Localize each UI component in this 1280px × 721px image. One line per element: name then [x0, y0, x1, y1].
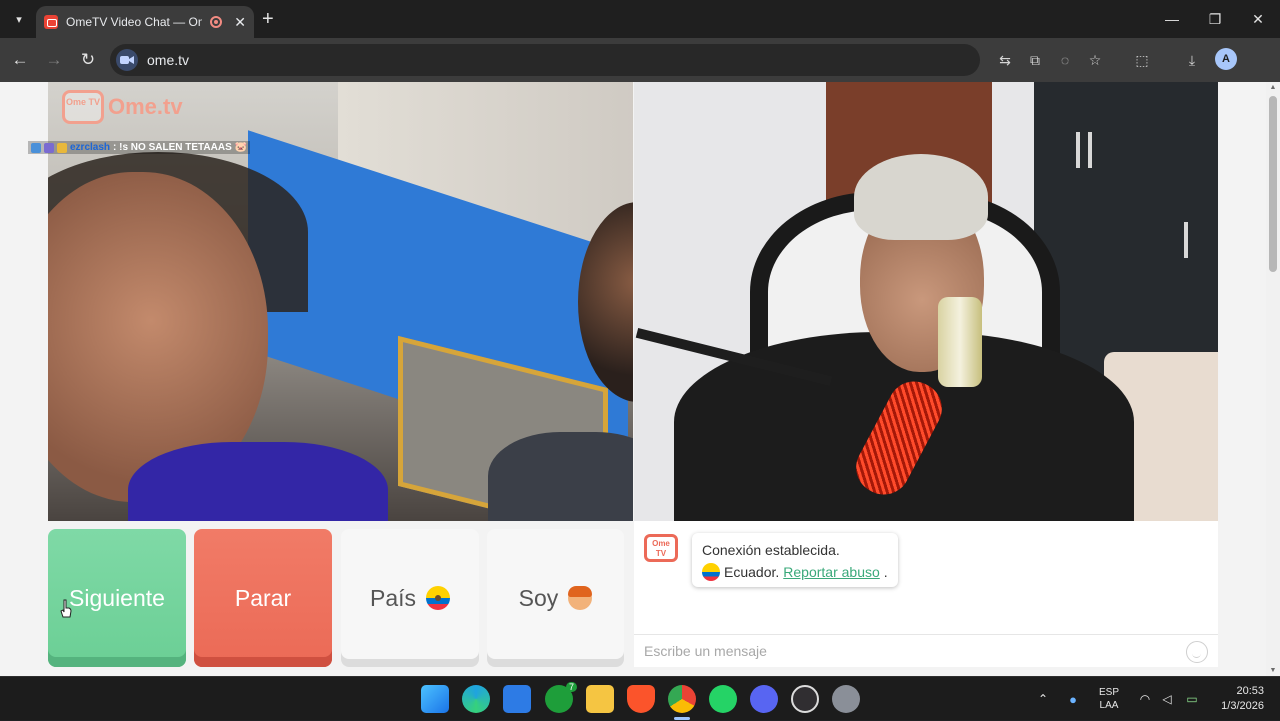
file-explorer-icon[interactable] [586, 685, 614, 713]
extensions-puzzle-icon[interactable]: ⬚ [1132, 50, 1152, 70]
page-scrollbar[interactable]: ▲ ▼ [1266, 82, 1280, 676]
show-hidden-icons-chevron-icon[interactable]: ⌃ [1034, 677, 1052, 721]
language-bottom: LAA [1099, 700, 1119, 711]
forward-arrow-icon[interactable]: → [42, 48, 66, 72]
whatsapp-icon[interactable] [709, 685, 737, 713]
windows-start-icon[interactable] [421, 685, 449, 713]
translate-icon[interactable]: ⇆ [995, 50, 1015, 70]
ometv-favicon-icon [44, 15, 58, 29]
ecuador-flag-icon [702, 563, 720, 581]
badge-icon [44, 142, 54, 153]
microsoft-store-icon[interactable] [503, 685, 531, 713]
new-tab-button[interactable]: + [262, 8, 274, 30]
clock-time: 20:53 [1236, 685, 1264, 697]
tab-ometv[interactable]: OmeTV Video Chat — Ome ✕ [36, 6, 254, 38]
eye-off-icon[interactable]: ◌ [1055, 50, 1075, 70]
chrome-icon[interactable] [668, 685, 696, 713]
overlay-message: : !s NO SALEN TETAAAS 🐷 [113, 142, 247, 153]
taskbar: 7 ⌃ ● ESP LAA ◠ ◁ ▭ 20:53 1/3/2026 [0, 676, 1280, 720]
wifi-icon[interactable]: ◠ [1136, 677, 1154, 721]
ometv-logo-icon: Ome TV [62, 90, 104, 124]
scroll-down-arrow-icon[interactable]: ▼ [1269, 667, 1277, 674]
clock[interactable]: 20:53 1/3/2026 [1212, 677, 1264, 721]
clock-date: 1/3/2026 [1221, 700, 1264, 712]
maximize-button[interactable]: ❐ [1195, 6, 1235, 32]
next-button-label: Siguiente [69, 584, 165, 611]
gender-button[interactable]: Soy [487, 529, 624, 667]
scroll-up-arrow-icon[interactable]: ▲ [1269, 84, 1277, 91]
language-top: ESP [1098, 687, 1119, 698]
tab-title: OmeTV Video Chat — Ome [66, 15, 202, 29]
address-bar[interactable]: ome.tv [110, 44, 980, 76]
stop-button[interactable]: Parar [194, 529, 332, 667]
report-suffix: . [883, 564, 888, 580]
minimize-button[interactable]: — [1152, 6, 1192, 32]
emoji-smile-icon[interactable] [1186, 641, 1208, 663]
bookmark-star-icon[interactable]: ☆ [1085, 50, 1105, 70]
next-button[interactable]: Siguiente [48, 529, 186, 667]
language-indicator[interactable]: ESP LAA [1094, 677, 1124, 721]
partner-country: Ecuador. [724, 564, 780, 580]
download-icon[interactable]: ⤓ [1182, 50, 1202, 70]
tab-strip: ▾ OmeTV Video Chat — Ome ✕ + — ❐ ✕ [0, 0, 1280, 38]
video-camera-icon[interactable] [116, 49, 138, 71]
ometv-logo-text: Ome.tv [108, 94, 183, 119]
stream-chat-overlay: ezrclash : !s NO SALEN TETAAAS 🐷 [28, 141, 250, 154]
country-button-label: País [369, 584, 417, 611]
ometv-page: Ome TV Ome.tv ezrclash : !s NO SALEN TET… [0, 82, 1280, 676]
badge-icon [57, 142, 67, 153]
brave-icon[interactable] [627, 685, 655, 713]
tab-close-icon[interactable]: ✕ [234, 14, 246, 31]
install-app-icon[interactable]: ⧉ [1025, 50, 1045, 70]
hand-cursor-icon [60, 599, 72, 618]
message-composer [634, 634, 1218, 667]
back-arrow-icon[interactable]: ← [8, 48, 32, 72]
edge-icon[interactable] [462, 685, 490, 713]
tab-search-chevron-icon[interactable]: ▾ [8, 8, 30, 30]
message-input[interactable] [644, 643, 1164, 659]
settings-gear-icon[interactable] [832, 685, 860, 713]
profile-avatar[interactable]: A [1215, 48, 1237, 70]
reload-icon[interactable]: ↻ [76, 48, 100, 72]
system-message: Conexión establecida. Ecuador. Reportar … [692, 533, 898, 587]
volume-icon[interactable]: ◁ [1158, 677, 1176, 721]
obs-icon[interactable] [791, 685, 819, 713]
boy-emoji-icon [568, 586, 593, 610]
discord-icon[interactable] [750, 685, 778, 713]
close-window-button[interactable]: ✕ [1238, 6, 1278, 32]
report-abuse-link[interactable]: Reportar abuso [783, 561, 880, 583]
microphone-icon[interactable]: ● [1064, 677, 1082, 721]
xbox-badge: 7 [565, 682, 577, 692]
chat-panel: Ome TV Conexión establecida. Ecuador. Re… [634, 521, 1218, 667]
country-filter-button[interactable]: País [341, 529, 479, 667]
battery-icon[interactable]: ▭ [1181, 677, 1203, 721]
scroll-thumb[interactable] [1269, 96, 1277, 272]
ecuador-flag-icon [426, 586, 451, 610]
stop-button-label: Parar [234, 584, 292, 611]
ometv-bot-icon: Ome TV [644, 534, 678, 562]
self-video [634, 82, 1218, 521]
url-text[interactable]: ome.tv [147, 52, 189, 68]
xbox-icon[interactable]: 7 [545, 682, 577, 713]
gender-button-label: Soy [518, 584, 559, 611]
ometv-logo: Ome TV Ome.tv [62, 90, 183, 124]
badge-icon [31, 142, 41, 153]
browser-toolbar: ← → ↻ ome.tv ⇆ ⧉ ◌ ☆ ⬚ ⤓ A [0, 38, 1280, 82]
recording-indicator-icon [210, 16, 222, 28]
connection-status: Conexión establecida. [702, 542, 840, 558]
overlay-username: ezrclash [70, 142, 111, 153]
